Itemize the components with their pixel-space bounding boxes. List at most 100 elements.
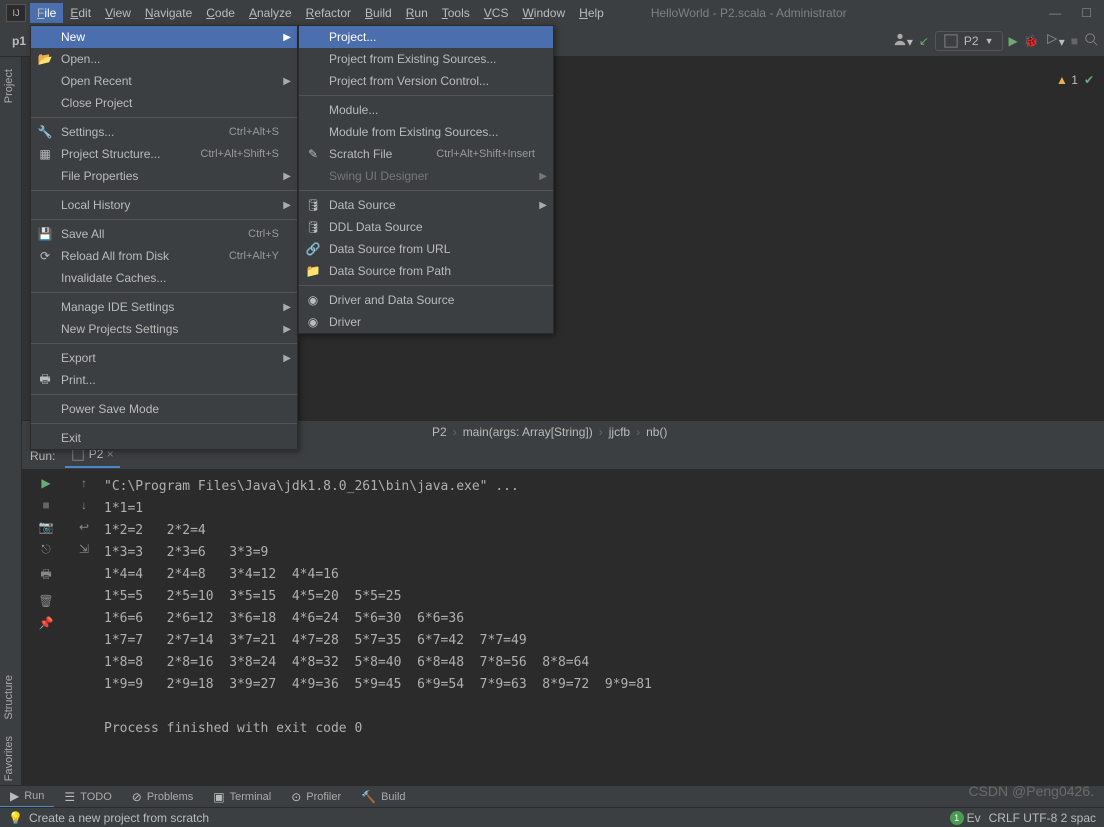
wrap-icon[interactable]: ↩ xyxy=(79,520,89,534)
new-module-[interactable]: Module... xyxy=(299,99,553,121)
tab-profiler[interactable]: ⊙Profiler xyxy=(281,787,351,807)
file-project-structure-[interactable]: ▦Project Structure...Ctrl+Alt+Shift+S xyxy=(31,143,297,165)
event-badge[interactable]: 1 xyxy=(950,811,964,825)
user-icon[interactable]: ▾ xyxy=(893,32,913,49)
run-config-selector[interactable]: P2 ▼ xyxy=(935,31,1003,51)
menu-navigate[interactable]: Navigate xyxy=(138,3,199,23)
menu-help[interactable]: Help xyxy=(572,3,611,23)
menu-item-label: File Properties xyxy=(61,169,279,183)
file-manage-ide-settings[interactable]: Manage IDE Settings▶ xyxy=(31,296,297,318)
breadcrumb-item[interactable]: nb() xyxy=(646,425,667,439)
warning-indicator-icon[interactable]: ▲ 1 xyxy=(1056,69,1078,91)
inspection-ok-icon[interactable]: ✔ xyxy=(1084,69,1094,91)
debug-button[interactable]: 🐞 xyxy=(1024,34,1039,48)
menu-tools[interactable]: Tools xyxy=(435,3,477,23)
new-data-source-from-path[interactable]: 📁Data Source from Path xyxy=(299,260,553,282)
stop-icon[interactable]: ■ xyxy=(42,498,49,512)
new-ddl-data-source[interactable]: 🛢DDL Data Source xyxy=(299,216,553,238)
console-output[interactable]: "C:\Program Files\Java\jdk1.8.0_261\bin\… xyxy=(98,470,1104,797)
menu-item-label: Exit xyxy=(61,431,279,445)
file-close-project[interactable]: Close Project xyxy=(31,92,297,114)
tab-build[interactable]: 🔨Build xyxy=(351,787,415,807)
menu-item-label: Module... xyxy=(329,103,535,117)
run-icon: ▶ xyxy=(10,789,19,803)
camera-icon[interactable]: 📷 xyxy=(39,520,54,534)
file-exit[interactable]: Exit xyxy=(31,427,297,449)
breadcrumb-item[interactable]: P2 xyxy=(432,425,447,439)
breadcrumb-item[interactable]: main(args: Array[String]) xyxy=(463,425,593,439)
new-project-from-existing-sources-[interactable]: Project from Existing Sources... xyxy=(299,48,553,70)
file-settings-[interactable]: 🔧Settings...Ctrl+Alt+S xyxy=(31,121,297,143)
new-scratch-file[interactable]: ✎Scratch FileCtrl+Alt+Shift+Insert xyxy=(299,143,553,165)
menu-item-label: Power Save Mode xyxy=(61,402,279,416)
file-reload-all-from-disk[interactable]: ⟳Reload All from DiskCtrl+Alt+Y xyxy=(31,245,297,267)
menu-window[interactable]: Window xyxy=(515,3,572,23)
vcs-update-icon[interactable]: ↙ xyxy=(919,34,929,48)
new-project-[interactable]: Project... xyxy=(299,26,553,48)
breadcrumb-item[interactable]: jjcfb xyxy=(609,425,630,439)
bulb-icon[interactable]: 💡 xyxy=(8,811,23,825)
menu-edit[interactable]: Edit xyxy=(63,3,98,23)
print-icon[interactable]: 🖶 xyxy=(40,565,51,586)
file-export[interactable]: Export▶ xyxy=(31,347,297,369)
tab-run[interactable]: ▶Run xyxy=(0,786,54,808)
tab-problems[interactable]: ⊘Problems xyxy=(122,787,204,807)
path-icon: 📁 xyxy=(305,263,321,279)
menu-item-label: Invalidate Caches... xyxy=(61,271,279,285)
menu-view[interactable]: View xyxy=(98,3,138,23)
run-side-toolbar-2: ↑ ↓ ↩ ⇲ xyxy=(70,470,98,797)
menu-item-label: Scratch File xyxy=(329,147,412,161)
search-icon[interactable] xyxy=(1084,32,1098,49)
submenu-arrow-icon: ▶ xyxy=(283,171,291,182)
project-tab[interactable]: p1 xyxy=(6,34,32,48)
bottom-tabbar: ▶Run☰TODO⊘Problems▣Terminal⊙Profiler🔨Bui… xyxy=(0,785,1104,807)
maximize-button[interactable]: ☐ xyxy=(1071,6,1102,20)
menu-code[interactable]: Code xyxy=(199,3,242,23)
new-driver-and-data-source[interactable]: ◉Driver and Data Source xyxy=(299,289,553,311)
project-tool-tab[interactable]: Project xyxy=(0,61,18,111)
shortcut-label: Ctrl+Alt+Shift+Insert xyxy=(412,148,535,160)
exit-icon[interactable]: ⎋ xyxy=(41,542,51,557)
minimize-button[interactable]: — xyxy=(1039,6,1071,20)
file-open-recent[interactable]: Open Recent▶ xyxy=(31,70,297,92)
file-file-properties[interactable]: File Properties ▶ xyxy=(31,165,297,187)
pin-icon[interactable]: 📌 xyxy=(39,616,54,630)
tab-terminal[interactable]: ▣Terminal xyxy=(203,787,281,807)
scroll-icon[interactable]: ⇲ xyxy=(79,542,89,556)
file-power-save-mode[interactable]: Power Save Mode xyxy=(31,398,297,420)
tab-todo[interactable]: ☰TODO xyxy=(54,787,121,807)
new-project-from-version-control-[interactable]: Project from Version Control... xyxy=(299,70,553,92)
trash-icon[interactable]: 🗑 xyxy=(38,594,53,608)
down-icon[interactable]: ↓ xyxy=(81,498,87,512)
file-print-[interactable]: 🖶Print... xyxy=(31,369,297,391)
file-menu: New▶📂Open...Open Recent▶Close Project🔧Se… xyxy=(30,25,298,450)
rerun-button[interactable]: ▶ xyxy=(41,476,50,490)
menu-build[interactable]: Build xyxy=(358,3,399,23)
structure-tool-tab[interactable]: Structure xyxy=(0,667,18,728)
menu-analyze[interactable]: Analyze xyxy=(242,3,299,23)
file-local-history[interactable]: Local History▶ xyxy=(31,194,297,216)
menu-item-label: Driver xyxy=(329,315,535,329)
folder-icon: 📂 xyxy=(37,51,53,67)
left-sidebar: Project Structure Favorites xyxy=(0,57,22,797)
menu-file[interactable]: File xyxy=(30,3,63,23)
file-new-projects-settings[interactable]: New Projects Settings▶ xyxy=(31,318,297,340)
menu-vcs[interactable]: VCS xyxy=(477,3,516,23)
shortcut-label: Ctrl+Alt+Y xyxy=(205,250,279,262)
run-button[interactable]: ▶ xyxy=(1009,34,1018,48)
menu-run[interactable]: Run xyxy=(399,3,435,23)
new-module-from-existing-sources-[interactable]: Module from Existing Sources... xyxy=(299,121,553,143)
favorites-tool-tab[interactable]: Favorites xyxy=(0,728,18,789)
up-icon[interactable]: ↑ xyxy=(81,476,87,490)
new-data-source[interactable]: 🛢Data Source▶ xyxy=(299,194,553,216)
new-driver[interactable]: ◉Driver xyxy=(299,311,553,333)
run-coverage-button[interactable]: ▾ xyxy=(1045,32,1065,49)
stop-button[interactable]: ■ xyxy=(1071,34,1078,48)
file-save-all[interactable]: 💾Save AllCtrl+S xyxy=(31,223,297,245)
file-new[interactable]: New▶ xyxy=(31,26,297,48)
file-open-[interactable]: 📂Open... xyxy=(31,48,297,70)
file-invalidate-caches-[interactable]: Invalidate Caches... xyxy=(31,267,297,289)
menu-item-label: New xyxy=(61,30,279,44)
menu-refactor[interactable]: Refactor xyxy=(299,3,358,23)
new-data-source-from-url[interactable]: 🔗Data Source from URL xyxy=(299,238,553,260)
